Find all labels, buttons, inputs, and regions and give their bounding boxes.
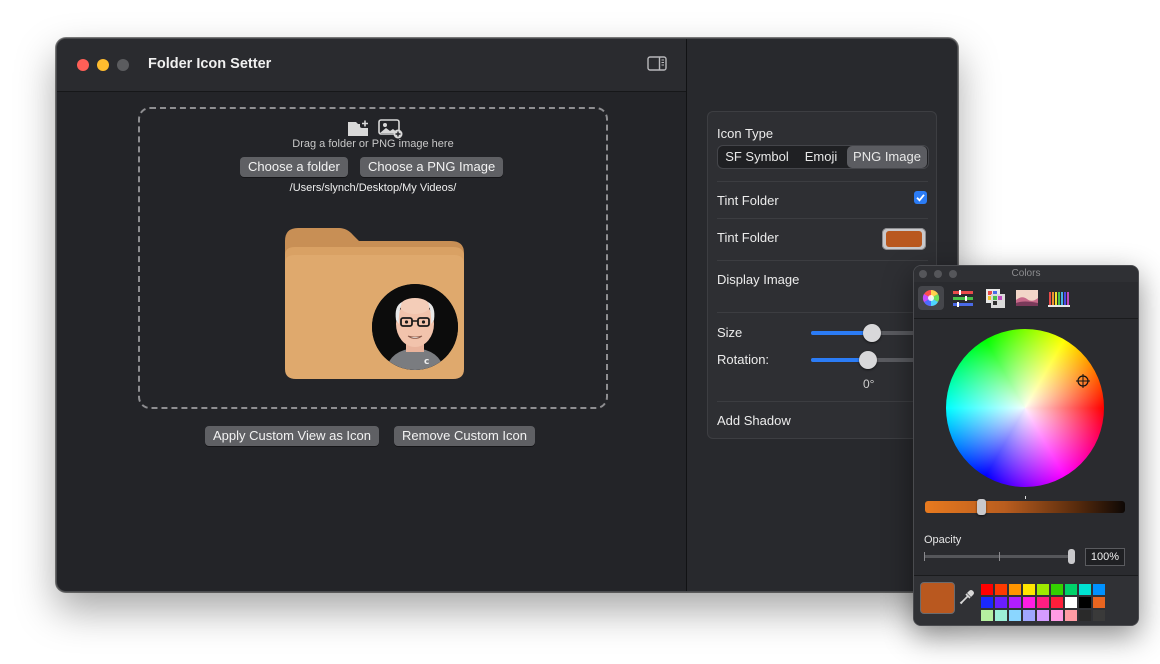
rotation-slider-fill [811, 358, 866, 362]
color-swatch[interactable] [1037, 597, 1049, 608]
color-sliders-mode-icon[interactable] [950, 286, 976, 310]
choose-folder-button[interactable]: Choose a folder [240, 157, 348, 177]
title-bar: Folder Icon Setter [57, 39, 686, 92]
color-swatch[interactable] [981, 597, 993, 608]
opacity-label: Opacity [924, 534, 962, 546]
colors-close-button[interactable] [919, 270, 927, 278]
color-swatch[interactable] [1079, 597, 1091, 608]
opacity-slider-knob[interactable] [1068, 549, 1075, 564]
color-swatch[interactable] [1023, 597, 1035, 608]
avatar: c [372, 284, 458, 370]
inspector-group: Icon Type SF Symbol Emoji PNG Image Tint… [707, 111, 937, 439]
color-swatch[interactable] [1023, 584, 1035, 595]
color-swatch[interactable] [1037, 584, 1049, 595]
tint-color-swatch [886, 231, 922, 247]
color-wheel[interactable] [946, 329, 1104, 487]
main-window: Folder Icon Setter Drag a folder or PNG … [56, 38, 958, 592]
color-swatch[interactable] [1051, 610, 1063, 621]
tint-folder-label: Tint Folder [717, 193, 779, 208]
color-swatch[interactable] [1093, 610, 1105, 621]
selected-path: /Users/slynch/Desktop/My Videos/ [289, 182, 457, 194]
segment-emoji[interactable]: Emoji [796, 146, 846, 168]
separator [914, 318, 1138, 319]
color-swatch[interactable] [1037, 610, 1049, 621]
apply-custom-icon-button[interactable]: Apply Custom View as Icon [205, 426, 379, 446]
color-swatch[interactable] [1009, 610, 1021, 621]
opacity-value-field[interactable]: 100% [1085, 548, 1125, 566]
color-swatch[interactable] [1065, 584, 1077, 595]
opacity-slider[interactable] [924, 549, 1075, 564]
color-swatch[interactable] [1051, 584, 1063, 595]
color-swatch[interactable] [995, 610, 1007, 621]
brightness-tick [1025, 496, 1026, 499]
color-swatch[interactable] [1065, 610, 1077, 621]
colors-minimize-button[interactable] [934, 270, 942, 278]
current-color-swatch[interactable] [920, 582, 955, 614]
opacity-tick [999, 552, 1000, 561]
remove-custom-icon-button[interactable]: Remove Custom Icon [394, 426, 535, 446]
color-swatch[interactable] [1065, 597, 1077, 608]
color-swatch[interactable] [1093, 584, 1105, 595]
rotation-value: 0° [863, 377, 875, 391]
color-swatch[interactable] [1023, 610, 1035, 621]
color-swatch[interactable] [1009, 597, 1021, 608]
pencils-mode-icon[interactable] [1046, 286, 1072, 310]
color-swatch[interactable] [981, 584, 993, 595]
separator [717, 401, 928, 402]
svg-text:c: c [424, 357, 429, 367]
color-swatch[interactable] [1051, 597, 1063, 608]
choose-png-button[interactable]: Choose a PNG Image [360, 157, 504, 177]
opacity-tick [924, 552, 925, 561]
separator [717, 181, 928, 182]
tint-color-well[interactable] [882, 228, 926, 250]
color-swatch[interactable] [1079, 610, 1091, 621]
display-image-label: Display Image [717, 272, 800, 287]
rotation-slider-knob[interactable] [859, 351, 877, 369]
folder-add-icon [348, 119, 403, 139]
segment-sf-symbol[interactable]: SF Symbol [718, 146, 796, 168]
separator [717, 260, 928, 261]
color-palettes-mode-icon[interactable] [982, 286, 1008, 310]
brightness-slider[interactable] [925, 496, 1125, 515]
color-swatch[interactable] [1093, 597, 1105, 608]
tint-folder-checkbox[interactable] [914, 191, 927, 204]
colors-panel-title: Colors [914, 266, 1138, 282]
icon-type-label: Icon Type [717, 126, 774, 141]
image-palettes-mode-icon[interactable] [1014, 286, 1040, 310]
icon-type-segmented-control: SF Symbol Emoji PNG Image [717, 145, 929, 169]
minimize-window-button[interactable] [97, 59, 109, 71]
separator [717, 218, 928, 219]
eyedropper-icon[interactable] [958, 588, 976, 611]
colors-panel: Colors Opacity 100% [913, 265, 1139, 626]
color-swatch[interactable] [1079, 584, 1091, 595]
tint-color-label: Tint Folder [717, 230, 779, 245]
sidebar-toggle-icon[interactable] [647, 56, 667, 71]
rotation-label: Rotation: [717, 352, 770, 367]
add-shadow-label: Add Shadow [717, 413, 791, 428]
color-swatch[interactable] [995, 584, 1007, 595]
color-swatch[interactable] [995, 597, 1007, 608]
separator [717, 312, 928, 313]
drop-hint-text: Drag a folder or PNG image here [292, 138, 454, 150]
size-label: Size [717, 325, 743, 340]
colors-zoom-button[interactable] [949, 270, 957, 278]
color-swatch[interactable] [981, 610, 993, 621]
size-slider-knob[interactable] [862, 324, 881, 342]
close-window-button[interactable] [77, 59, 89, 71]
color-wheel-mode-icon[interactable] [918, 286, 944, 310]
color-swatch[interactable] [1009, 584, 1021, 595]
segment-png-image[interactable]: PNG Image [847, 146, 927, 168]
drop-icons [346, 117, 406, 139]
brightness-slider-knob[interactable] [977, 499, 986, 515]
drop-zone[interactable]: Drag a folder or PNG image here Choose a… [138, 107, 608, 409]
window-title: Folder Icon Setter [148, 56, 272, 72]
zoom-window-button[interactable] [117, 59, 129, 71]
